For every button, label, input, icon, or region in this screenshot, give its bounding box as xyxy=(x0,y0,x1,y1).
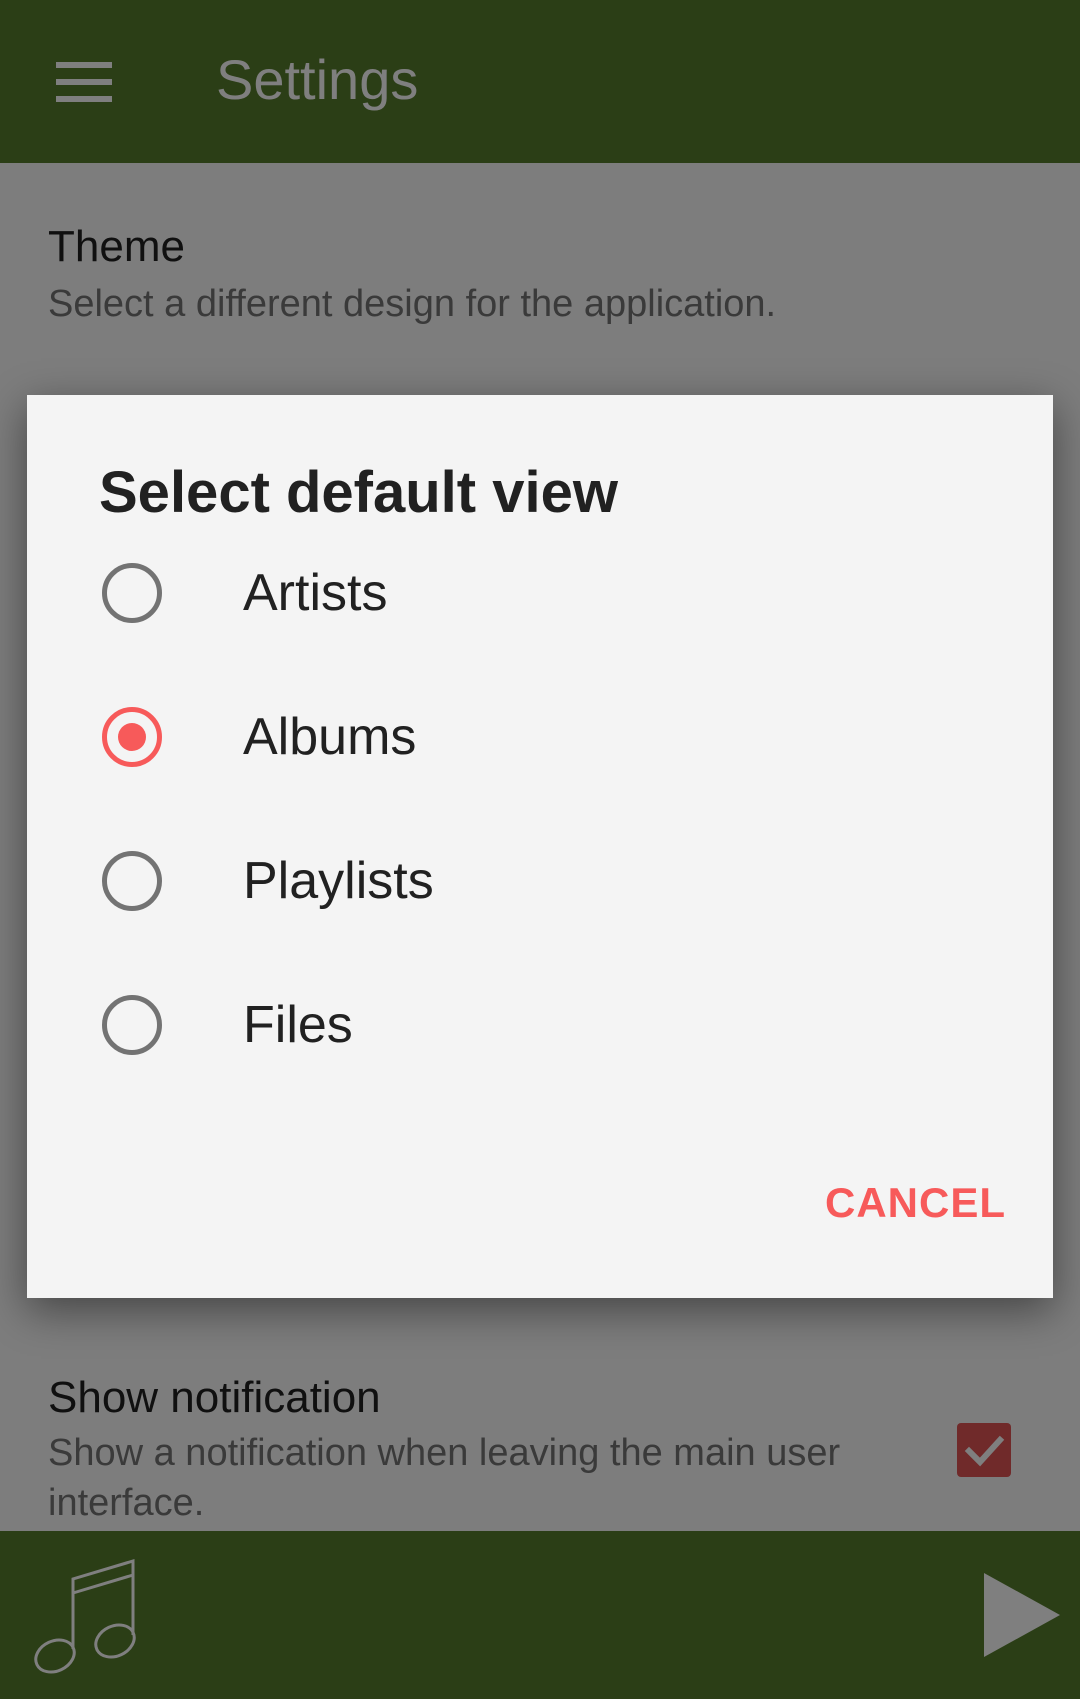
radio-button[interactable] xyxy=(102,995,162,1055)
select-default-view-dialog: Select default view Artists Albums Playl… xyxy=(27,395,1053,1298)
option-albums[interactable]: Albums xyxy=(27,665,1053,809)
option-artists[interactable]: Artists xyxy=(27,521,1053,665)
option-files[interactable]: Files xyxy=(27,953,1053,1097)
cancel-button[interactable]: CANCEL xyxy=(817,1173,1014,1233)
option-label: Albums xyxy=(243,708,417,766)
option-playlists[interactable]: Playlists xyxy=(27,809,1053,953)
radio-button[interactable] xyxy=(102,851,162,911)
dialog-title: Select default view xyxy=(99,460,618,525)
option-label: Playlists xyxy=(243,852,434,910)
radio-button-selected[interactable] xyxy=(102,707,162,767)
option-label: Files xyxy=(243,996,353,1054)
radio-button[interactable] xyxy=(102,563,162,623)
option-label: Artists xyxy=(243,564,388,622)
radio-dot xyxy=(118,723,146,751)
